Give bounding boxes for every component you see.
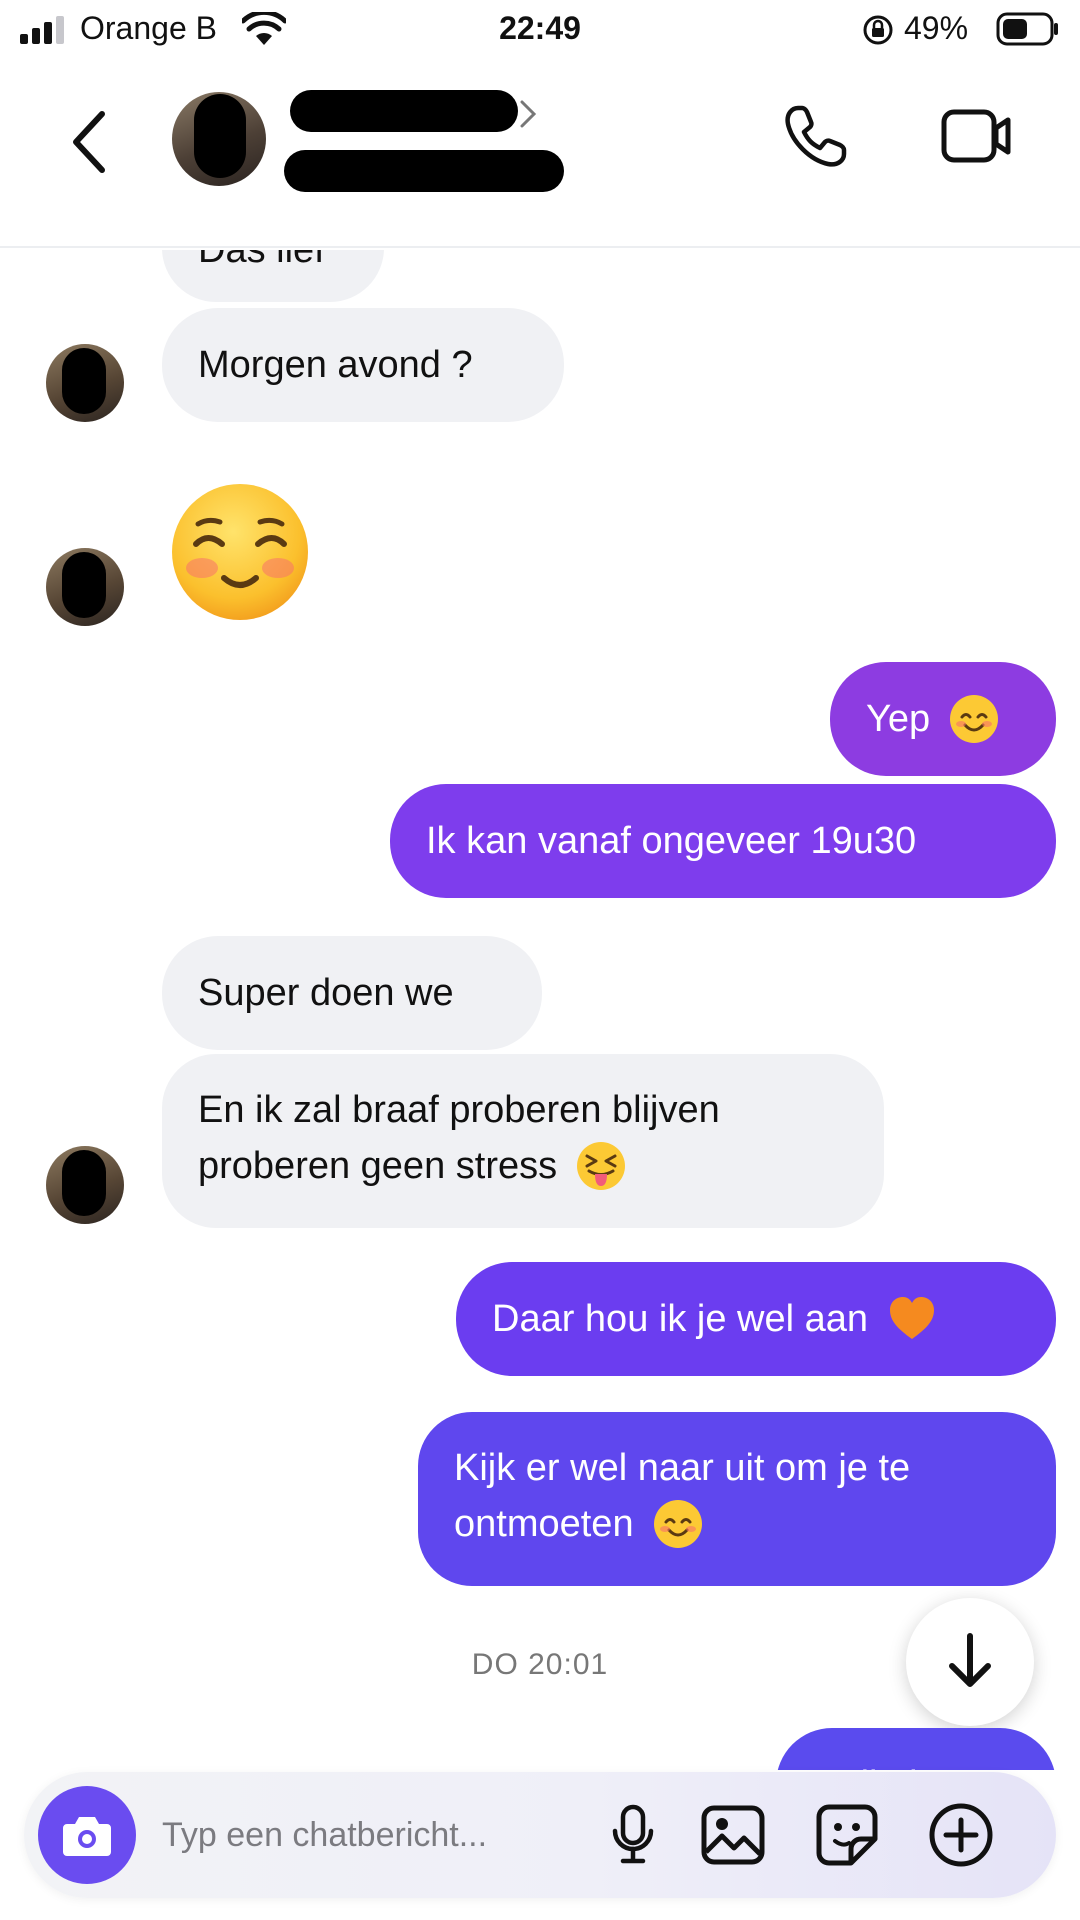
message-text-line: En ik zal braaf proberen blijven bbox=[198, 1089, 720, 1131]
redacted-contact-name[interactable] bbox=[290, 90, 518, 132]
message-text: Yep bbox=[866, 698, 931, 740]
message-incoming[interactable]: Das lief bbox=[162, 250, 384, 302]
message-text: Super doen we bbox=[198, 972, 454, 1014]
plus-circle-icon bbox=[929, 1803, 993, 1867]
smiling-face-icon bbox=[653, 1500, 702, 1548]
message-incoming[interactable]: Morgen avond ? bbox=[162, 308, 564, 422]
sticker-icon bbox=[816, 1804, 878, 1866]
sender-avatar[interactable] bbox=[46, 1146, 124, 1224]
camera-button[interactable] bbox=[38, 1786, 136, 1884]
smiling-face-icon bbox=[950, 695, 999, 743]
message-input[interactable] bbox=[162, 1802, 582, 1868]
contact-avatar[interactable] bbox=[172, 92, 266, 186]
more-options-button[interactable] bbox=[924, 1798, 998, 1872]
video-camera-icon[interactable] bbox=[940, 106, 1014, 166]
message-outgoing[interactable]: Yep bbox=[830, 662, 1056, 776]
microphone-icon bbox=[612, 1804, 654, 1864]
camera-icon bbox=[63, 1817, 111, 1856]
smiling-face-icon[interactable] bbox=[168, 480, 312, 624]
image-icon bbox=[701, 1805, 765, 1865]
scroll-to-bottom-button[interactable] bbox=[906, 1598, 1034, 1726]
message-text: Das lief bbox=[198, 250, 325, 271]
sender-avatar[interactable] bbox=[46, 548, 124, 626]
message-text: Hallo ju bbox=[812, 1757, 939, 1770]
microphone-button[interactable] bbox=[596, 1798, 670, 1872]
message-text-line: ontmoeten bbox=[454, 1503, 634, 1545]
message-composer bbox=[24, 1772, 1056, 1898]
battery-icon bbox=[996, 12, 1058, 46]
message-incoming[interactable]: Super doen we bbox=[162, 936, 542, 1050]
message-outgoing[interactable]: Kijk er wel naar uit om je te ontmoeten bbox=[418, 1412, 1056, 1586]
message-text: Ik kan vanaf ongeveer 19u30 bbox=[426, 820, 917, 862]
message-text: Morgen avond ? bbox=[198, 344, 473, 386]
battery-percent: 49% bbox=[904, 10, 969, 46]
message-outgoing[interactable]: Daar hou ik je wel aan bbox=[456, 1262, 1056, 1376]
gallery-button[interactable] bbox=[696, 1798, 770, 1872]
message-list[interactable]: Das lief Morgen avond ? Yep Ik kan vanaf… bbox=[0, 250, 1080, 1770]
message-text-line: Kijk er wel naar uit om je te bbox=[454, 1447, 911, 1489]
redacted-contact-subtitle bbox=[284, 150, 564, 192]
arrow-down-icon bbox=[949, 1633, 991, 1687]
squinting-tongue-icon bbox=[577, 1142, 626, 1190]
orange-heart-icon bbox=[890, 1297, 934, 1339]
back-icon[interactable] bbox=[62, 106, 118, 178]
message-text-line: proberen geen stress bbox=[198, 1145, 558, 1187]
sender-avatar[interactable] bbox=[46, 344, 124, 422]
orientation-lock-icon bbox=[863, 15, 893, 45]
status-bar: Orange B 22:49 49% bbox=[0, 0, 1080, 62]
chat-header bbox=[0, 62, 1080, 248]
sticker-button[interactable] bbox=[810, 1798, 884, 1872]
message-text: Daar hou ik je wel aan bbox=[492, 1298, 868, 1340]
phone-icon[interactable] bbox=[780, 102, 850, 172]
message-outgoing[interactable]: Ik kan vanaf ongeveer 19u30 bbox=[390, 784, 1056, 898]
message-incoming[interactable]: En ik zal braaf proberen blijven probere… bbox=[162, 1054, 884, 1228]
message-outgoing[interactable]: Hallo ju bbox=[776, 1728, 1056, 1770]
chevron-right-icon[interactable] bbox=[518, 98, 540, 130]
